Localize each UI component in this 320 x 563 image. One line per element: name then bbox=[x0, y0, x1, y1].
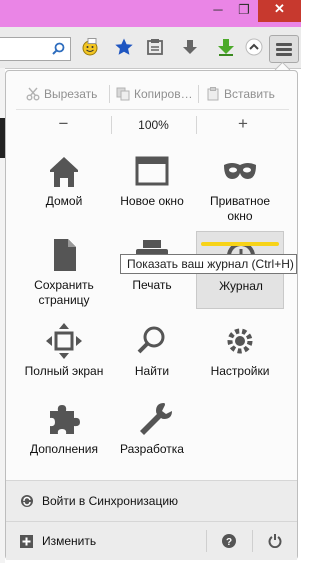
navigation-toolbar bbox=[0, 27, 301, 69]
developer-icon bbox=[140, 403, 172, 435]
search-input[interactable] bbox=[0, 37, 71, 61]
zoom-out-button[interactable]: − bbox=[16, 113, 111, 137]
private-window-icon bbox=[224, 163, 256, 179]
bookmark-star-icon[interactable] bbox=[114, 37, 134, 57]
edit-controls: Вырезать Копиров… Вставить bbox=[6, 81, 297, 107]
zoom-reset-button[interactable]: 100% bbox=[112, 113, 195, 137]
power-icon bbox=[268, 534, 282, 548]
menu-item-label: Домой bbox=[45, 194, 83, 208]
sync-icon bbox=[21, 495, 33, 507]
menu-item-label: Дополнения bbox=[30, 442, 98, 456]
customize-label: Изменить bbox=[42, 534, 97, 548]
history-tooltip: Показать ваш журнал (Ctrl+H) bbox=[120, 254, 297, 274]
addons-icon bbox=[50, 405, 80, 434]
new-window-icon bbox=[135, 156, 169, 186]
find-button[interactable]: Найти bbox=[108, 317, 196, 395]
new-window-button[interactable]: Новое окно bbox=[108, 147, 196, 225]
separator bbox=[109, 85, 110, 103]
download-manager-icon[interactable] bbox=[216, 37, 236, 57]
private-window-button[interactable]: Приватное окно bbox=[196, 147, 284, 225]
copy-icon bbox=[116, 87, 130, 101]
menu-item-label: Разработка bbox=[120, 442, 184, 456]
settings-icon bbox=[227, 328, 253, 354]
menu-item-label: Приватное окно bbox=[209, 194, 271, 223]
addons-button[interactable]: Дополнения bbox=[20, 395, 108, 473]
restore-button[interactable]: ❐ bbox=[233, 0, 255, 22]
plus-icon bbox=[20, 535, 33, 548]
menu-item-label: Новое окно bbox=[120, 194, 184, 208]
menu-item-label: Настройки bbox=[210, 364, 270, 378]
bottom-bar: Изменить ? bbox=[6, 521, 297, 560]
sync-bar[interactable]: Войти в Синхронизацию bbox=[6, 480, 297, 521]
menu-item-label: Полный экран bbox=[24, 364, 104, 378]
menu-item-label: Печать bbox=[132, 278, 172, 292]
minimize-button[interactable]: ─ bbox=[207, 0, 229, 22]
fullscreen-button[interactable]: Полный экран bbox=[20, 317, 108, 395]
home-button[interactable]: Домой bbox=[20, 147, 108, 225]
highlight-underline bbox=[201, 242, 279, 246]
menu-item-label: Найти bbox=[134, 364, 170, 378]
help-icon: ? bbox=[222, 534, 236, 548]
menu-item-label: Сохранить страницу bbox=[34, 278, 94, 307]
downloads-icon[interactable] bbox=[180, 37, 200, 57]
chevron-up-icon[interactable] bbox=[244, 37, 264, 57]
close-button[interactable]: ✕ bbox=[258, 0, 301, 22]
save-page-icon bbox=[54, 239, 76, 271]
zoom-controls: − 100% + bbox=[6, 113, 297, 137]
home-icon bbox=[50, 157, 78, 187]
fullscreen-icon bbox=[46, 323, 82, 359]
quit-button[interactable] bbox=[253, 522, 297, 560]
clipboard-icon bbox=[207, 87, 219, 101]
search-icon[interactable] bbox=[52, 42, 65, 55]
sync-label: Войти в Синхронизацию bbox=[42, 494, 179, 508]
zoom-in-button[interactable]: + bbox=[197, 113, 289, 137]
svg-text:?: ? bbox=[226, 537, 232, 548]
developer-button[interactable]: Разработка bbox=[108, 395, 196, 473]
menu-item-label: Журнал bbox=[219, 279, 263, 293]
find-icon bbox=[137, 326, 165, 354]
customize-button[interactable]: Изменить bbox=[6, 522, 204, 560]
paste-label: Вставить bbox=[224, 87, 275, 101]
main-menu-panel: Вырезать Копиров… Вставить − 100% + Домо… bbox=[5, 70, 298, 560]
cut-label: Вырезать bbox=[44, 87, 98, 101]
settings-button[interactable]: Настройки bbox=[196, 317, 284, 395]
save-page-button[interactable]: Сохранить страницу bbox=[20, 231, 108, 309]
open-menu-button[interactable] bbox=[269, 35, 299, 63]
help-button[interactable]: ? bbox=[207, 522, 251, 560]
copy-label: Копиров… bbox=[134, 87, 193, 101]
scissors-icon bbox=[26, 87, 40, 101]
reading-list-icon[interactable] bbox=[145, 37, 165, 57]
addon-face-icon[interactable] bbox=[80, 37, 100, 57]
divider bbox=[16, 109, 289, 110]
title-bar: ─ ❐ ✕ bbox=[0, 0, 301, 27]
separator bbox=[198, 85, 199, 103]
